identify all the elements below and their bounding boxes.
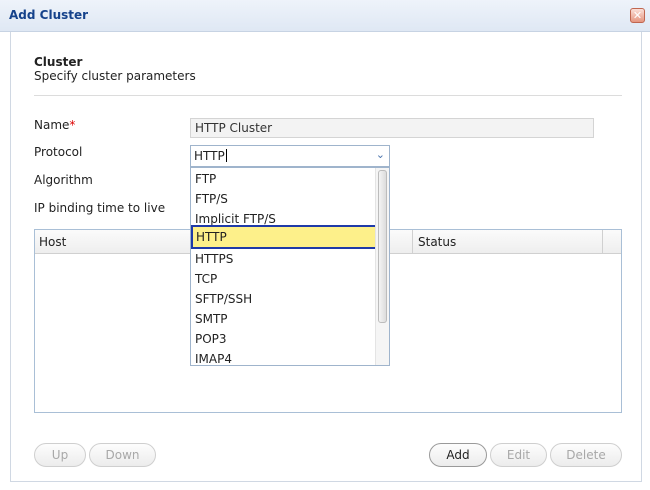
dropdown-scrollbar[interactable] — [375, 168, 389, 365]
name-field[interactable]: HTTP Cluster — [190, 118, 594, 138]
section-title: Cluster — [34, 55, 83, 69]
protocol-label: Protocol — [34, 145, 83, 159]
column-divider[interactable] — [412, 230, 413, 254]
up-button[interactable]: Up — [34, 443, 86, 467]
dropdown-option-https[interactable]: HTTPS — [194, 250, 374, 270]
chevron-down-icon[interactable]: ⌄ — [376, 148, 385, 161]
dropdown-option-sftp-ssh[interactable]: SFTP/SSH — [194, 290, 374, 310]
dropdown-option-http[interactable]: HTTP — [191, 225, 386, 249]
dropdown-option-pop3[interactable]: POP3 — [194, 330, 374, 350]
column-header-host[interactable]: Host — [39, 235, 66, 249]
name-label: Name* — [34, 118, 75, 132]
edit-button[interactable]: Edit — [490, 443, 547, 467]
section-subtitle: Specify cluster parameters — [34, 69, 196, 83]
dropdown-option-ftp[interactable]: FTP — [194, 170, 374, 190]
dropdown-option-ftps[interactable]: FTP/S — [194, 190, 374, 210]
ip-binding-label: IP binding time to live — [34, 201, 166, 215]
delete-button[interactable]: Delete — [550, 443, 622, 467]
protocol-select[interactable]: HTTP ⌄ — [190, 145, 390, 167]
name-label-text: Name — [34, 118, 70, 132]
protocol-dropdown-list: FTP FTP/S Implicit FTP/S HTTP HTTPS TCP … — [190, 167, 390, 366]
close-icon[interactable]: ✕ — [630, 8, 645, 23]
text-caret — [225, 149, 227, 162]
down-button[interactable]: Down — [89, 443, 156, 467]
protocol-select-value: HTTP — [194, 149, 225, 163]
add-cluster-dialog: Add Cluster ✕ Cluster Specify cluster pa… — [0, 0, 650, 490]
section-divider — [34, 95, 622, 96]
column-header-status[interactable]: Status — [418, 235, 456, 249]
algorithm-label: Algorithm — [34, 173, 93, 187]
column-divider[interactable] — [602, 230, 603, 254]
window-title: Add Cluster — [9, 8, 89, 22]
dropdown-option-smtp[interactable]: SMTP — [194, 310, 374, 330]
required-mark: * — [69, 118, 76, 132]
title-bar: Add Cluster ✕ — [0, 0, 650, 32]
dropdown-option-tcp[interactable]: TCP — [194, 270, 374, 290]
dropdown-option-imap4[interactable]: IMAP4 — [194, 350, 374, 365]
add-button[interactable]: Add — [429, 443, 487, 467]
scrollbar-thumb[interactable] — [378, 170, 387, 323]
